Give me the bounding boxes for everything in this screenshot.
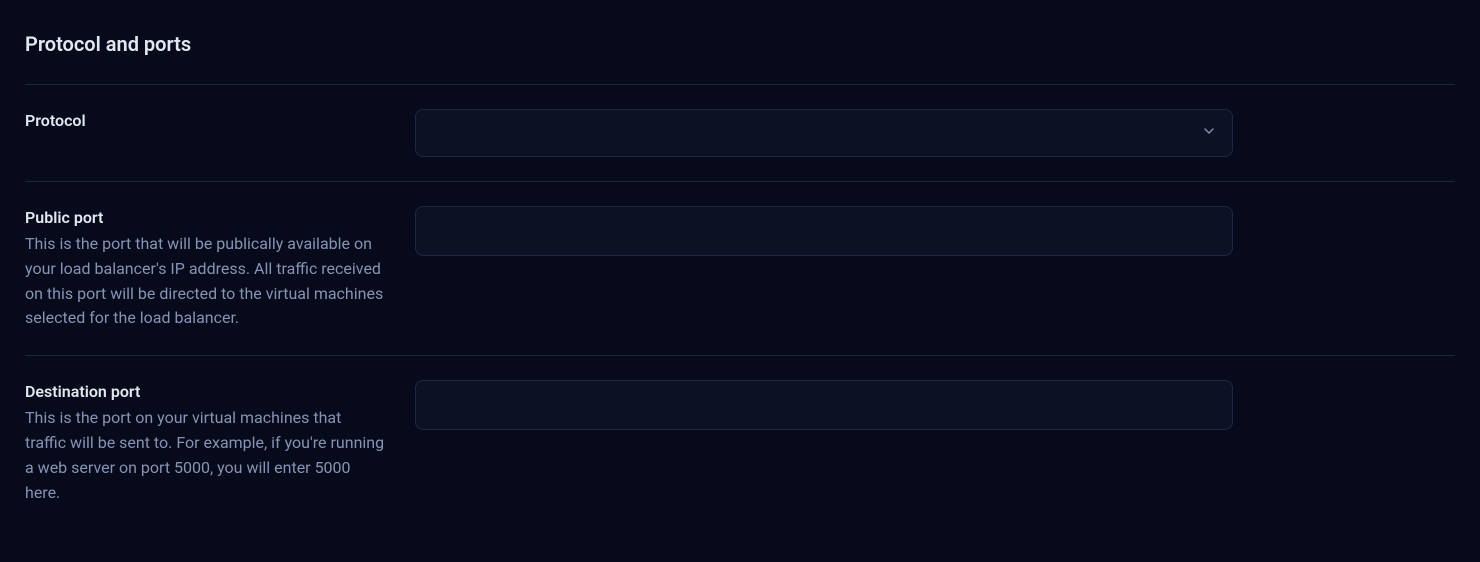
public-port-row: Public port This is the port that will b… [25,182,1455,355]
public-port-input[interactable] [415,206,1233,256]
section-title: Protocol and ports [25,32,1455,56]
destination-port-input[interactable] [415,380,1233,430]
protocol-select[interactable] [415,109,1233,157]
protocol-select-wrapper [415,109,1233,157]
protocol-row: Protocol [25,85,1455,181]
public-port-description: This is the port that will be publically… [25,232,385,331]
destination-port-label: Destination port [25,380,385,404]
destination-port-description: This is the port on your virtual machine… [25,406,385,505]
destination-port-row: Destination port This is the port on you… [25,356,1455,529]
public-port-label: Public port [25,206,385,230]
protocol-label: Protocol [25,109,385,133]
